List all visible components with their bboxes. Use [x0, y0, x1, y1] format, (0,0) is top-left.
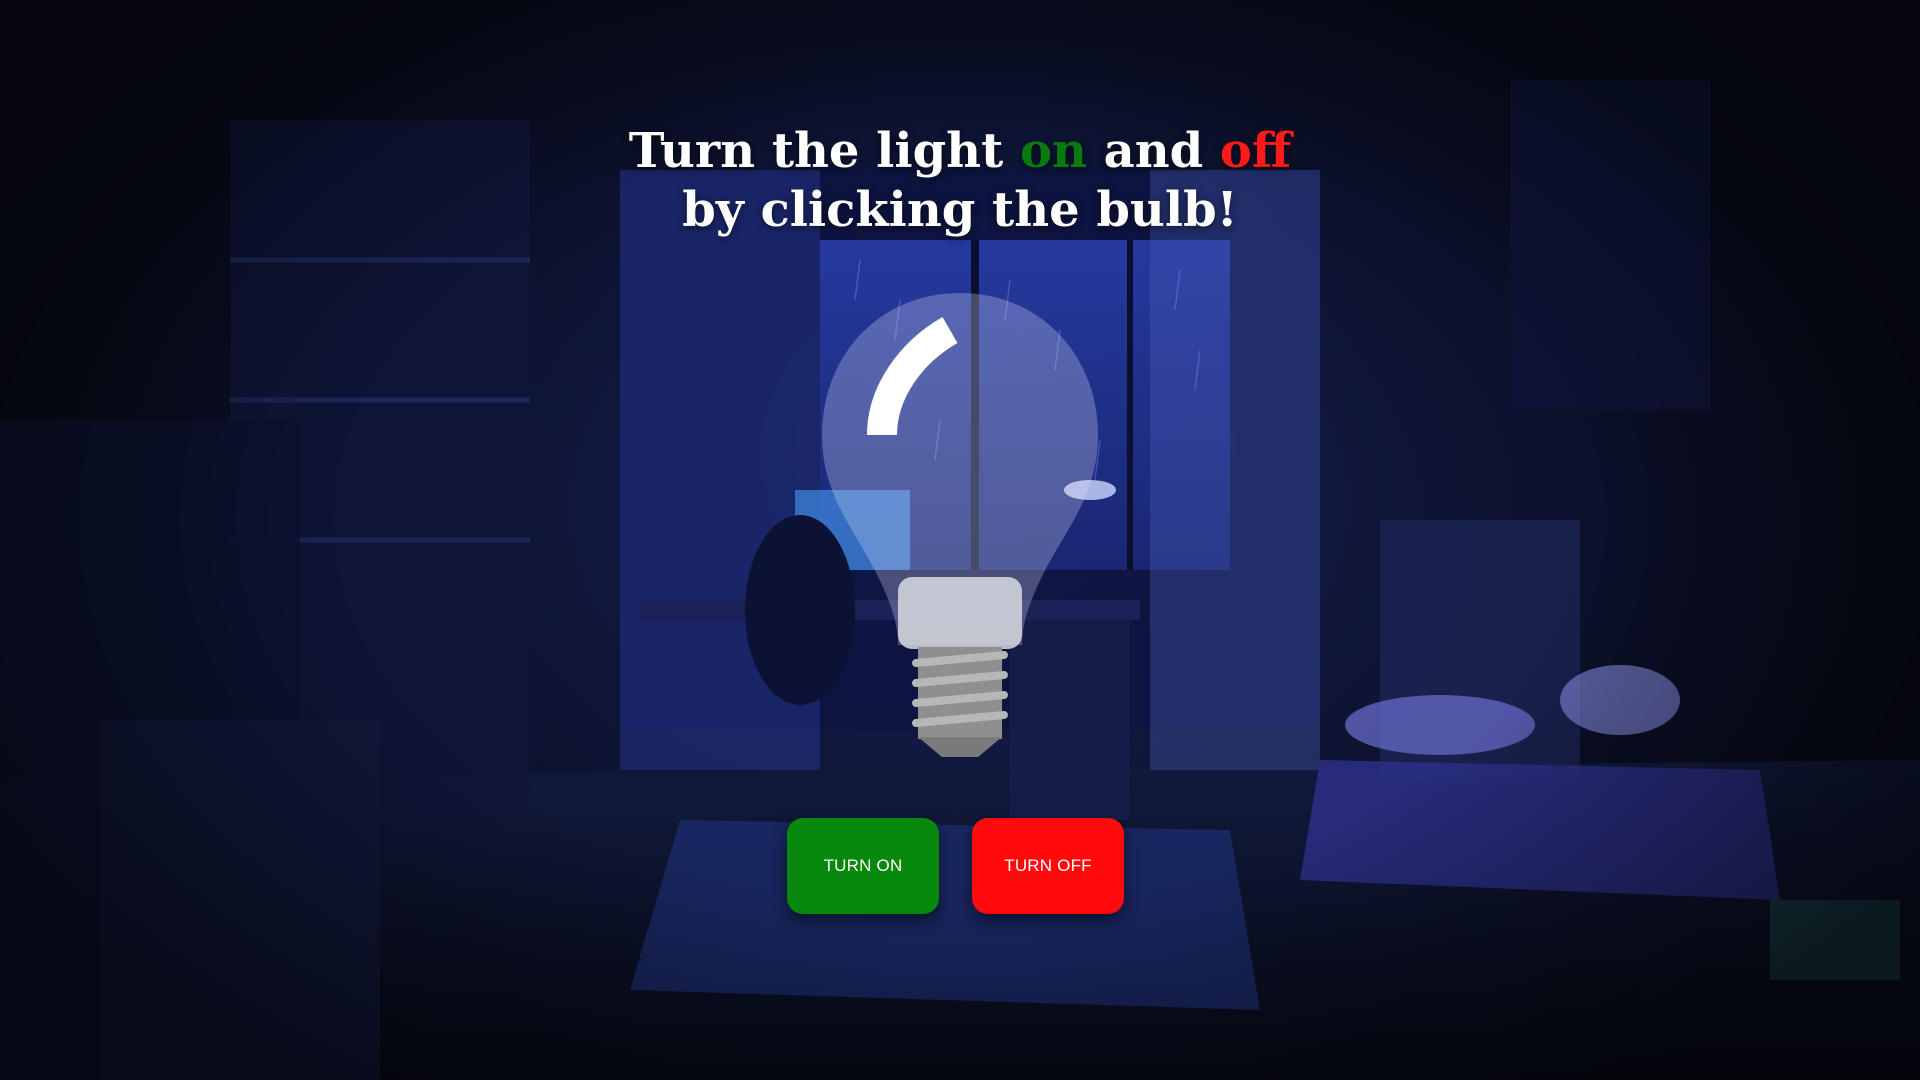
- headline-on-word: on: [1019, 123, 1087, 179]
- light-bulb-icon[interactable]: [810, 285, 1110, 765]
- headline-connector: and: [1086, 123, 1220, 179]
- headline-second-line: by clicking the bulb!: [682, 182, 1238, 238]
- turn-on-button[interactable]: TURN ON: [787, 818, 939, 914]
- headline-off-word: off: [1219, 123, 1292, 179]
- page-background: Turn the light on and off by clicking th…: [0, 0, 1920, 1080]
- turn-off-button[interactable]: TURN OFF: [972, 818, 1124, 914]
- headline-prefix: Turn the light: [628, 123, 1020, 179]
- instruction-headline: Turn the light on and off by clicking th…: [0, 122, 1920, 240]
- bulb-collar: [898, 577, 1022, 649]
- bulb-tip: [918, 737, 1002, 757]
